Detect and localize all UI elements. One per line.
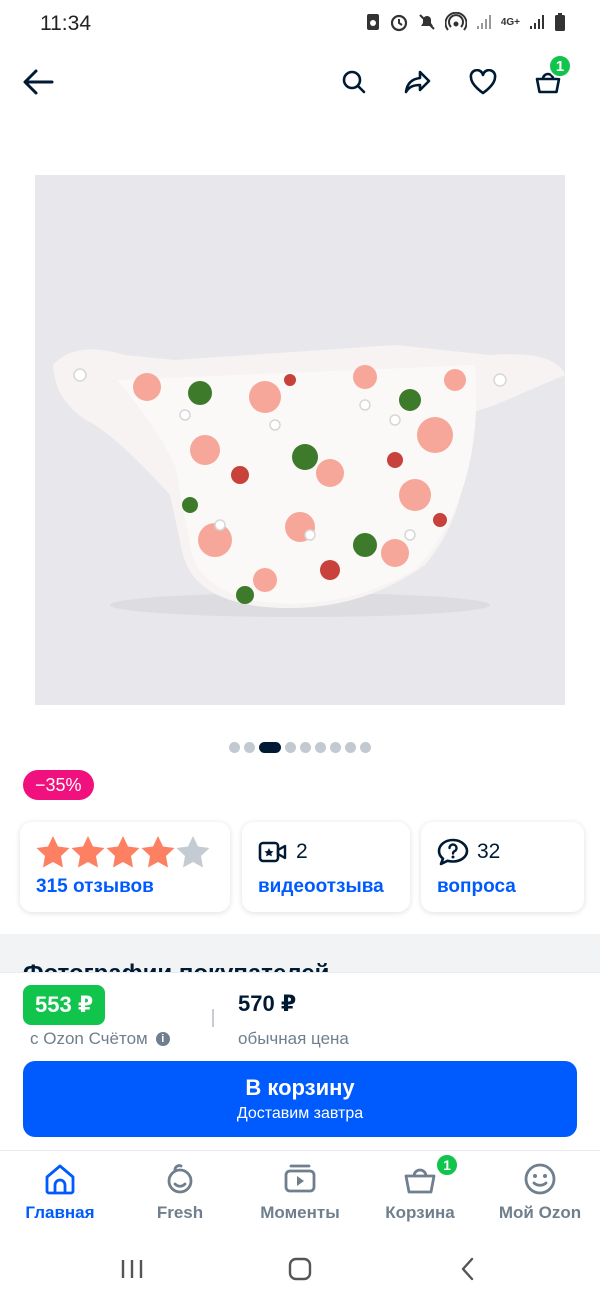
cart-count-badge: 1 [548, 54, 572, 78]
status-time: 11:34 [40, 12, 91, 35]
delivery-label: Доставим завтра [236, 1105, 364, 1122]
gallery-dot[interactable] [330, 741, 341, 753]
questions-card[interactable]: 32 вопроса [421, 822, 584, 912]
stats-row: 315 отзывов 2 видеоотзыва 32 вопроса [0, 822, 600, 914]
recent-apps-button[interactable] [112, 1254, 152, 1284]
ozon-card-caption[interactable]: с Ozon Счётом i [30, 1029, 170, 1049]
nav-label-profile: Мой Ozon [498, 1203, 582, 1222]
gallery-dot[interactable] [244, 741, 255, 753]
regular-price-caption: обычная цена [238, 1029, 349, 1048]
cart-button[interactable]: 1 [526, 54, 572, 104]
nav-label-moments: Моменты [260, 1203, 340, 1222]
search-button[interactable] [332, 60, 376, 104]
nav-item-cart[interactable]: 1 Корзина [360, 1153, 480, 1223]
status-icons: 4G+ [365, 12, 566, 32]
regular-price: 570 ₽ [238, 991, 297, 1016]
rating-stars [36, 834, 214, 870]
status-bar: 11:34 4G+ [0, 0, 600, 48]
chevron-left-icon [461, 1257, 474, 1281]
home-square-icon [288, 1257, 312, 1281]
cloth-diaper-product-image [35, 175, 565, 705]
gallery-dot-active[interactable] [259, 741, 281, 753]
video-review-icon [258, 841, 287, 863]
profile-smile-icon [524, 1163, 556, 1195]
hotspot-icon [444, 12, 467, 31]
product-image[interactable] [35, 175, 565, 705]
home-system-button[interactable] [280, 1254, 320, 1284]
alarm-icon [390, 14, 407, 32]
ozon-card-caption-text: с Ozon Счётом [30, 1029, 148, 1048]
nav-label-home: Главная [25, 1203, 95, 1222]
recent-apps-icon [121, 1260, 143, 1278]
reviews-card[interactable]: 315 отзывов [20, 822, 230, 912]
gallery-dot[interactable] [345, 741, 356, 753]
questions-label: вопроса [437, 876, 516, 897]
network-4g-label: 4G+ [500, 16, 520, 28]
buy-panel: 553 ₽ с Ozon Счётом i 570 ₽ обычная цена… [0, 972, 600, 1150]
nav-item-profile[interactable]: Мой Ozon [480, 1161, 600, 1223]
share-icon [404, 70, 431, 94]
video-reviews-label: видеоотзыва [258, 876, 384, 897]
questions-count: 32 [477, 840, 501, 863]
question-icon [437, 838, 469, 866]
star-rating-icon [36, 836, 210, 868]
battery-icon [555, 13, 565, 31]
discount-badge: −35% [23, 770, 94, 800]
nav-label-cart: Корзина [385, 1203, 455, 1222]
add-to-cart-button[interactable]: В корзину Доставим завтра [23, 1061, 577, 1137]
customer-photos-section: Фотографии покупателей [0, 934, 600, 974]
back-arrow-icon [23, 69, 54, 95]
gallery-dot[interactable] [300, 741, 311, 753]
fresh-icon [167, 1164, 193, 1194]
system-navigation-bar [0, 1236, 600, 1299]
basket-icon [404, 1168, 436, 1194]
favorite-button[interactable] [461, 60, 505, 104]
nav-item-moments[interactable]: Моменты [240, 1161, 360, 1223]
ozon-card-price[interactable]: 553 ₽ [23, 985, 106, 1025]
home-icon [45, 1164, 75, 1195]
share-button[interactable] [396, 60, 440, 104]
gallery-dot[interactable] [285, 741, 296, 753]
gallery-dot[interactable] [360, 741, 371, 753]
heart-icon [469, 69, 497, 95]
bottom-nav: Главная Fresh Моменты 1 Корзина Мой Ozon [0, 1150, 600, 1230]
nav-item-home[interactable]: Главная [0, 1161, 120, 1223]
video-reviews-card[interactable]: 2 видеоотзыва [242, 822, 410, 912]
gallery-dot[interactable] [229, 741, 240, 753]
back-button[interactable] [16, 60, 60, 104]
top-bar: 1 [0, 52, 600, 112]
moments-icon [284, 1164, 316, 1193]
info-icon[interactable]: i [155, 1032, 170, 1046]
gallery-dot[interactable] [315, 741, 326, 753]
search-icon [342, 70, 366, 94]
gallery-pagination[interactable] [0, 740, 600, 754]
signal-icon [476, 15, 491, 29]
mute-icon [419, 14, 435, 30]
video-reviews-count: 2 [296, 840, 308, 863]
nav-cart-badge: 1 [435, 1153, 459, 1177]
add-to-cart-label: В корзину [245, 1075, 355, 1100]
signal-icon [530, 15, 544, 29]
reviews-count-label: 315 отзывов [36, 876, 154, 897]
back-system-button[interactable] [448, 1254, 488, 1284]
nav-label-fresh: Fresh [156, 1203, 204, 1222]
nav-item-fresh[interactable]: Fresh [120, 1161, 240, 1223]
price-divider [212, 1009, 214, 1027]
notification-recycle-icon [366, 14, 379, 30]
